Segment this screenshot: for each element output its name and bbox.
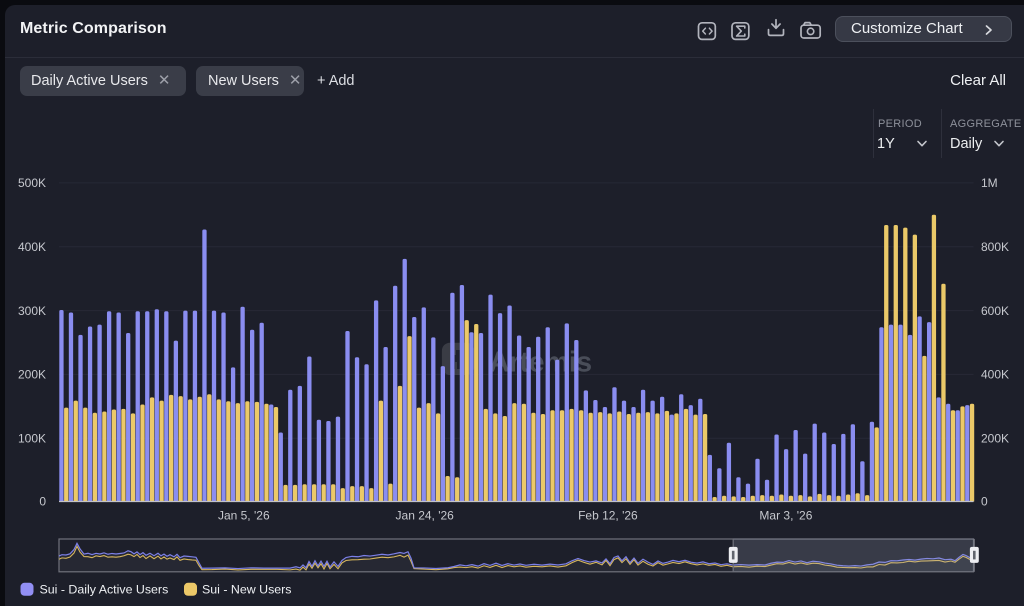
svg-text:400K: 400K: [981, 368, 1009, 382]
svg-text:Mar 3, '26: Mar 3, '26: [759, 509, 812, 523]
svg-text:0: 0: [39, 495, 46, 509]
svg-text:500K: 500K: [18, 176, 46, 190]
svg-text:400K: 400K: [18, 240, 46, 254]
svg-text:1M: 1M: [981, 176, 998, 190]
svg-text:300K: 300K: [18, 304, 46, 318]
svg-text:600K: 600K: [981, 304, 1009, 318]
svg-text:800K: 800K: [981, 240, 1009, 254]
svg-text:Feb 12, '26: Feb 12, '26: [578, 509, 638, 523]
svg-text:Jan 5, '26: Jan 5, '26: [218, 509, 270, 523]
svg-text:0: 0: [981, 495, 988, 509]
svg-text:Sui - Daily Active Users: Sui - Daily Active Users: [40, 583, 169, 597]
svg-text:Sui - New Users: Sui - New Users: [202, 583, 292, 597]
svg-text:Jan 24, '26: Jan 24, '26: [396, 509, 455, 523]
svg-text:100K: 100K: [18, 431, 46, 445]
svg-text:200K: 200K: [18, 368, 46, 382]
svg-text:200K: 200K: [981, 431, 1009, 445]
